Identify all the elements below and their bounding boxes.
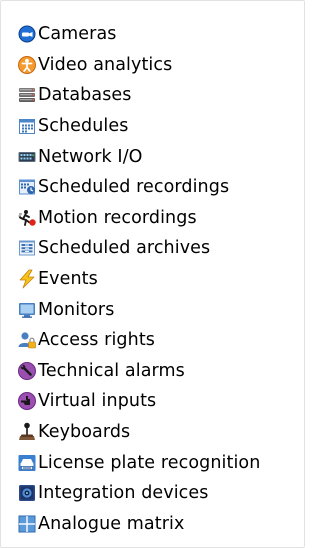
tree-item-label: Databases [38,85,132,106]
license-plate-icon [17,453,37,473]
schedule-icon [17,116,37,136]
tree-item-label: Network I/O [38,146,143,167]
video-analytics-icon [17,55,37,75]
integration-device-icon [17,483,37,503]
database-icon [17,85,37,105]
scheduled-archive-icon [17,238,37,258]
tree-item-label: License plate recognition [38,452,261,473]
camera-icon [17,24,37,44]
tree-item-cameras[interactable]: Cameras [17,19,302,50]
tree-item-access-rights[interactable]: Access rights [17,325,302,356]
pointing-hand-icon [17,391,37,411]
tree-item-technical-alarms[interactable]: Technical alarms [17,356,302,387]
wrench-icon [17,361,37,381]
tree-item-label: Virtual inputs [38,391,157,412]
tree-item-virtual-inputs[interactable]: Virtual inputs [17,386,302,417]
tree-item-label: Integration devices [38,483,209,504]
tree-item-schedules[interactable]: Schedules [17,111,302,142]
tree-item-label: Video analytics [38,54,173,75]
network-io-icon [17,147,37,167]
navigation-tree: Cameras Video analytics Databases Schedu… [17,19,302,539]
tree-item-scheduled-archives[interactable]: Scheduled archives [17,233,302,264]
tree-item-label: Cameras [38,24,117,45]
tree-item-label: Access rights [38,330,156,351]
tree-item-license-plate-recognition[interactable]: License plate recognition [17,447,302,478]
lightning-icon [17,269,37,289]
tree-item-network-io[interactable]: Network I/O [17,141,302,172]
tree-item-keyboards[interactable]: Keyboards [17,417,302,448]
scheduled-recording-icon [17,177,37,197]
tree-item-label: Keyboards [38,422,131,443]
tree-item-label: Analogue matrix [38,513,185,534]
tree-item-label: Scheduled archives [38,238,211,259]
tree-item-scheduled-recordings[interactable]: Scheduled recordings [17,172,302,203]
tree-item-label: Events [38,269,98,290]
tree-item-label: Monitors [38,299,115,320]
tree-item-events[interactable]: Events [17,264,302,295]
tree-item-databases[interactable]: Databases [17,80,302,111]
tree-item-label: Technical alarms [38,360,185,381]
monitor-icon [17,300,37,320]
tree-item-analogue-matrix[interactable]: Analogue matrix [17,509,302,540]
tree-item-video-analytics[interactable]: Video analytics [17,50,302,81]
navigation-tree-panel: Cameras Video analytics Databases Schedu… [0,0,305,548]
tree-item-label: Motion recordings [38,207,197,228]
tree-item-label: Scheduled recordings [38,177,230,198]
tree-item-monitors[interactable]: Monitors [17,294,302,325]
joystick-icon [17,422,37,442]
user-lock-icon [17,330,37,350]
tree-item-integration-devices[interactable]: Integration devices [17,478,302,509]
tree-item-label: Schedules [38,116,129,137]
motion-recording-icon [17,208,37,228]
tree-item-motion-recordings[interactable]: Motion recordings [17,203,302,234]
matrix-grid-icon [17,514,37,534]
